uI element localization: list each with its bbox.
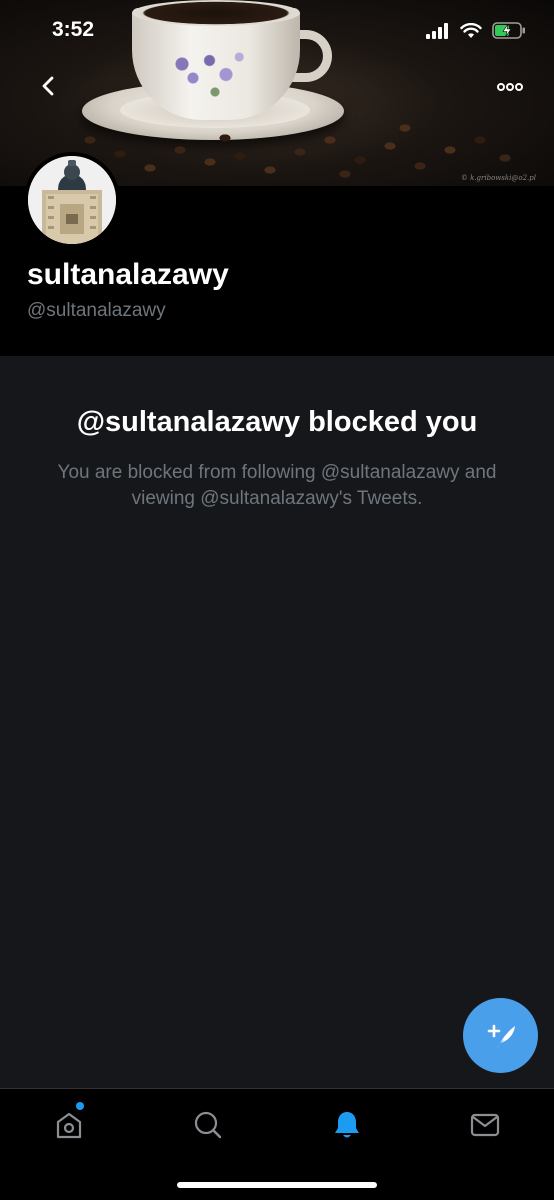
search-icon — [194, 1111, 222, 1139]
more-options-button[interactable] — [492, 76, 528, 98]
cellular-signal-icon — [426, 22, 448, 39]
profile-screen: © k.gribowski@o2.pl 3:52 sultanalazawy @… — [0, 0, 554, 1200]
status-time: 3:52 — [52, 18, 95, 41]
compose-tweet-icon — [487, 1024, 515, 1049]
tab-messages[interactable] — [465, 1105, 505, 1145]
avatar[interactable] — [24, 152, 120, 248]
tab-search[interactable] — [188, 1105, 228, 1145]
wifi-icon — [460, 22, 482, 38]
home-notification-dot — [76, 1102, 84, 1110]
bell-icon — [335, 1112, 359, 1138]
home-indicator[interactable] — [177, 1182, 377, 1188]
more-horizontal-icon — [497, 83, 523, 91]
chevron-left-icon — [42, 76, 54, 96]
tab-home[interactable] — [49, 1105, 89, 1145]
home-icon — [56, 1112, 82, 1139]
blocked-title: @sultanalazawy blocked you — [76, 406, 478, 438]
status-bar: 3:52 — [0, 0, 554, 60]
banner-watermark: © k.gribowski@o2.pl — [460, 174, 536, 182]
profile-display-name: sultanalazawy — [27, 258, 229, 291]
blocked-message: You are blocked from following @sultanal… — [57, 462, 497, 509]
battery-charging-icon — [492, 22, 525, 39]
profile-handle: @sultanalazawy — [27, 300, 166, 321]
compose-tweet-button[interactable] — [463, 998, 538, 1073]
back-button[interactable] — [28, 66, 68, 106]
mail-icon — [470, 1113, 500, 1137]
tab-notifications[interactable] — [327, 1105, 367, 1145]
